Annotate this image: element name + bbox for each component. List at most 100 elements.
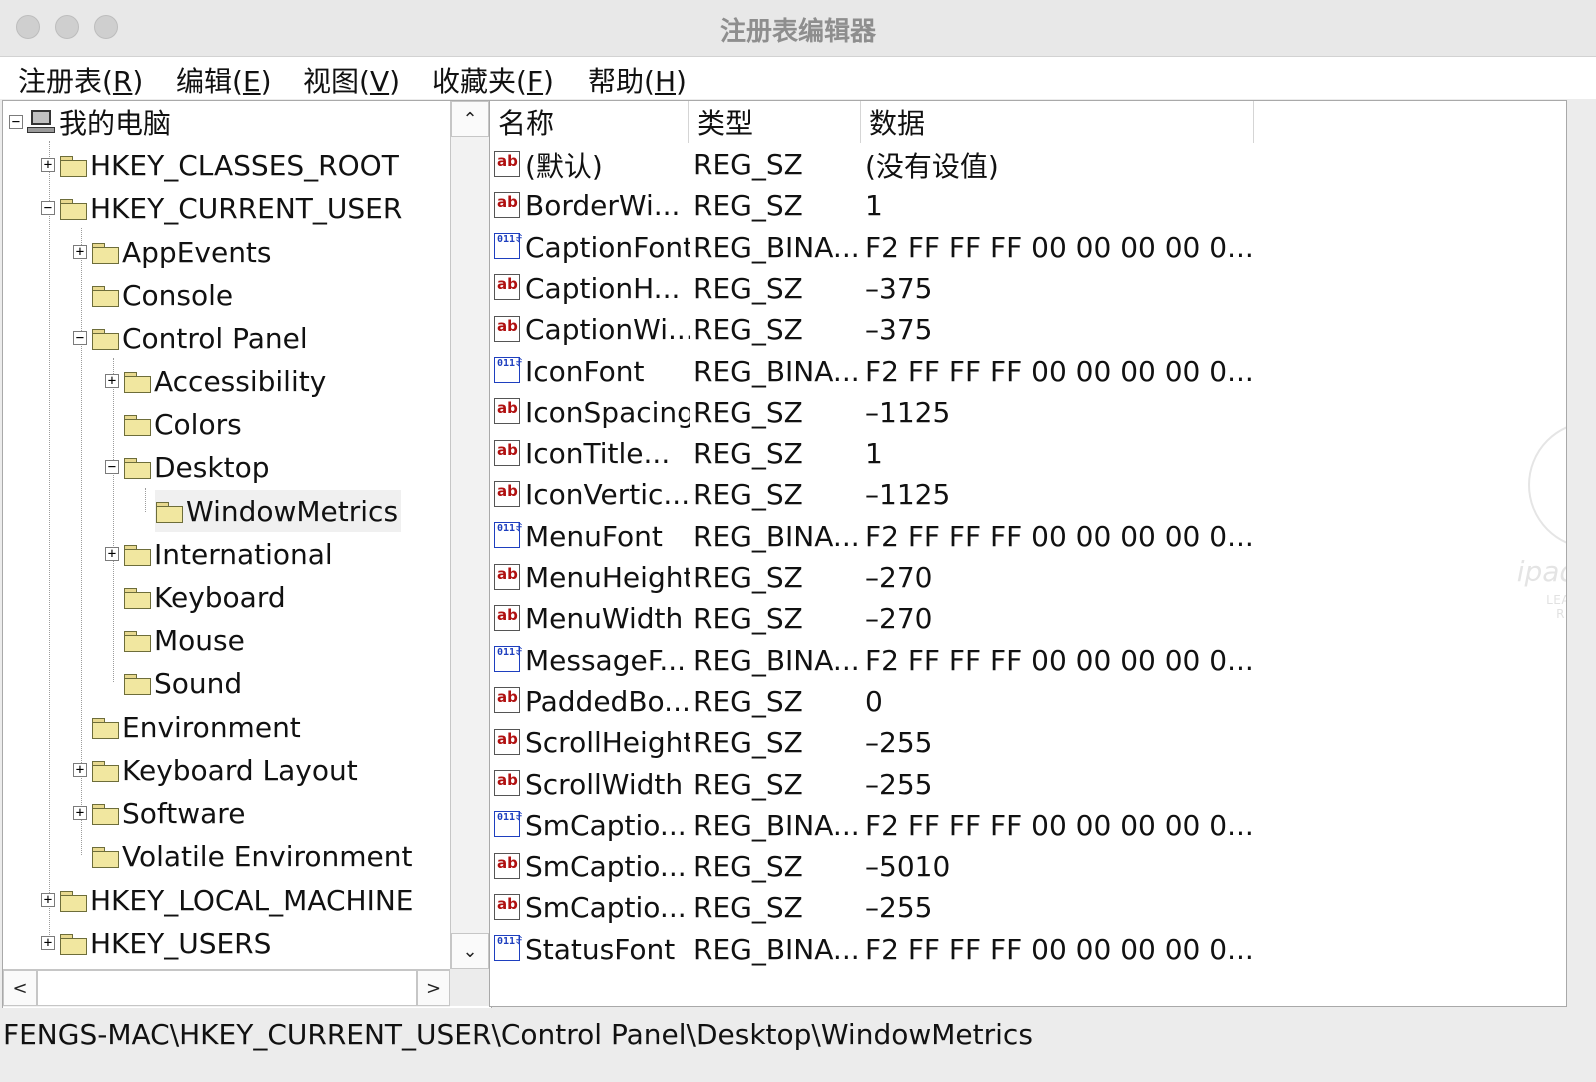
- tree-node-environment[interactable]: Environment: [73, 706, 301, 748]
- tree-node-hkey-current-user[interactable]: − HKEY_CURRENT_USER: [41, 187, 402, 229]
- value-name: IconTitle...: [525, 437, 671, 471]
- expand-toggle[interactable]: +: [73, 245, 87, 259]
- value-name-cell: StatusFont: [494, 929, 690, 970]
- tree-node-mouse[interactable]: Mouse: [105, 619, 245, 661]
- collapse-toggle[interactable]: −: [105, 460, 119, 474]
- value-data: –1125: [865, 478, 951, 512]
- tree-node-hkey-local-machine[interactable]: + HKEY_LOCAL_MACHINE: [41, 879, 413, 921]
- value-name-cell: PaddedBo...: [494, 681, 690, 722]
- folder-icon: [91, 284, 119, 307]
- tree-node-appevents[interactable]: + AppEvents: [73, 231, 272, 273]
- value-name-cell: SmCaptio...: [494, 805, 690, 846]
- value-type: REG_SZ: [693, 395, 803, 429]
- registry-tree-pane[interactable]: − 我的电脑 + HKEY_CLASSES_ROOT − HKEY_CURREN…: [2, 100, 492, 1027]
- expand-toggle[interactable]: +: [41, 893, 55, 907]
- value-data: –375: [865, 313, 933, 347]
- menu-registry[interactable]: 注册表(R): [18, 60, 143, 100]
- tree-node-control-panel[interactable]: − Control Panel: [73, 317, 308, 359]
- expand-toggle[interactable]: +: [73, 763, 87, 777]
- value-row[interactable]: IconVertic...REG_SZ –1125: [490, 474, 1270, 515]
- value-row[interactable]: IconFont REG_BINA...F2 FF FF FF 00 00 00 …: [490, 351, 1270, 392]
- collapse-toggle[interactable]: −: [73, 331, 87, 345]
- value-row[interactable]: StatusFont REG_BINA...F2 FF FF FF 00 00 0…: [490, 929, 1270, 970]
- tree-node-keyboard[interactable]: Keyboard: [105, 576, 286, 618]
- binary-value-icon: [494, 646, 523, 674]
- folder-icon: [123, 456, 151, 479]
- expand-toggle[interactable]: +: [105, 374, 119, 388]
- folder-icon: [91, 241, 119, 264]
- value-name: (默认): [525, 149, 603, 183]
- tree-node-keyboard-layout[interactable]: + Keyboard Layout: [73, 749, 358, 791]
- string-value-icon: [494, 315, 522, 344]
- value-data: –255: [865, 891, 933, 925]
- scroll-up-button[interactable]: ⌃: [451, 101, 489, 137]
- tree-node-hkey-classes-root[interactable]: + HKEY_CLASSES_ROOT: [41, 144, 399, 186]
- tree-node-windowmetrics[interactable]: WindowMetrics: [155, 490, 402, 532]
- folder-icon: [59, 932, 87, 955]
- value-row[interactable]: BorderWi... REG_SZ 1: [490, 185, 1270, 226]
- value-row[interactable]: ScrollWidth REG_SZ –255: [490, 764, 1270, 805]
- menu-edit[interactable]: 编辑(E): [176, 60, 272, 100]
- tree-node-sound[interactable]: Sound: [105, 662, 242, 704]
- value-type: REG_BINA...: [693, 354, 860, 388]
- value-name-cell: SmCaptio...: [494, 846, 690, 887]
- value-name: IconSpacing: [525, 395, 690, 429]
- tree-node-colors[interactable]: Colors: [105, 403, 242, 445]
- computer-icon: [27, 108, 57, 136]
- tree-node-desktop[interactable]: − Desktop: [105, 446, 269, 488]
- horizontal-scroll-thumb[interactable]: [37, 970, 417, 1006]
- expand-toggle[interactable]: +: [105, 547, 119, 561]
- tree-node-my-computer[interactable]: − 我的电脑: [9, 101, 171, 143]
- folder-icon: [123, 586, 151, 609]
- value-row[interactable]: IconTitle... REG_SZ 1: [490, 433, 1270, 474]
- value-row[interactable]: SmCaptio...REG_SZ –255: [490, 887, 1270, 928]
- value-row[interactable]: SmCaptio...REG_BINA...F2 FF FF FF 00 00 …: [490, 805, 1270, 846]
- expand-toggle[interactable]: +: [41, 158, 55, 172]
- menu-help[interactable]: 帮助(H): [588, 60, 687, 100]
- value-data: –255: [865, 726, 933, 760]
- tree-node-volatile-environment[interactable]: Volatile Environment: [73, 835, 413, 877]
- scroll-left-button[interactable]: <: [3, 970, 37, 1006]
- collapse-toggle[interactable]: −: [9, 115, 23, 129]
- tree-node-software[interactable]: + Software: [73, 792, 245, 834]
- tree-node-accessibility[interactable]: + Accessibility: [105, 360, 326, 402]
- tree-horizontal-scrollbar[interactable]: < >: [3, 969, 450, 1007]
- tree-node-console[interactable]: Console: [73, 274, 233, 316]
- tree-vertical-scrollbar[interactable]: ⌃ ⌄: [450, 101, 491, 969]
- value-row[interactable]: (默认) REG_SZ (没有设值): [490, 144, 1270, 185]
- value-data: –375: [865, 271, 933, 305]
- folder-icon: [91, 327, 119, 350]
- value-row[interactable]: PaddedBo...REG_SZ 0: [490, 681, 1270, 722]
- value-row[interactable]: IconSpacingREG_SZ –1125: [490, 392, 1270, 433]
- value-type: REG_SZ: [693, 561, 803, 594]
- chevron-up-icon: ⌃: [462, 108, 478, 130]
- tree-node-international[interactable]: + International: [105, 533, 333, 575]
- column-header-type[interactable]: 类型: [689, 101, 861, 143]
- expand-toggle[interactable]: +: [73, 806, 87, 820]
- scroll-down-button[interactable]: ⌄: [451, 933, 489, 969]
- menu-view[interactable]: 视图(V): [303, 60, 400, 100]
- value-row[interactable]: MenuHeightREG_SZ –270: [490, 557, 1270, 598]
- column-header-data[interactable]: 数据: [861, 101, 1254, 143]
- folder-icon: [91, 845, 119, 868]
- chevron-right-icon: >: [425, 977, 442, 999]
- column-header-name[interactable]: 名称: [490, 101, 689, 143]
- binary-value-icon: [494, 357, 523, 385]
- value-row[interactable]: CaptionH... REG_SZ –375: [490, 268, 1270, 309]
- value-row[interactable]: SmCaptio...REG_SZ –5010: [490, 846, 1270, 887]
- tree-node-hkey-users[interactable]: + HKEY_USERS: [41, 922, 271, 964]
- value-row[interactable]: MenuWidth REG_SZ –270: [490, 598, 1270, 639]
- value-name: IconVertic...: [525, 478, 690, 512]
- value-row[interactable]: MenuFont REG_BINA...F2 FF FF FF 00 00 00 …: [490, 516, 1270, 557]
- value-data: (没有设值): [865, 149, 999, 183]
- registry-values-pane[interactable]: 名称 类型 数据 (默认) REG_SZ (没有设值) BorderWi... REG_…: [489, 100, 1567, 1007]
- value-row[interactable]: CaptionFontREG_BINA...F2 FF FF FF 00 00 …: [490, 227, 1270, 268]
- value-row[interactable]: CaptionWi...REG_SZ –375: [490, 309, 1270, 350]
- string-value-icon: [494, 728, 522, 757]
- expand-toggle[interactable]: +: [41, 936, 55, 950]
- scroll-right-button[interactable]: >: [417, 970, 450, 1006]
- value-row[interactable]: MessageF...REG_BINA...F2 FF FF FF 00 00 …: [490, 640, 1270, 681]
- value-row[interactable]: ScrollHeightREG_SZ –255: [490, 722, 1270, 763]
- collapse-toggle[interactable]: −: [41, 201, 55, 215]
- menu-favorites[interactable]: 收藏夹(F): [432, 60, 554, 100]
